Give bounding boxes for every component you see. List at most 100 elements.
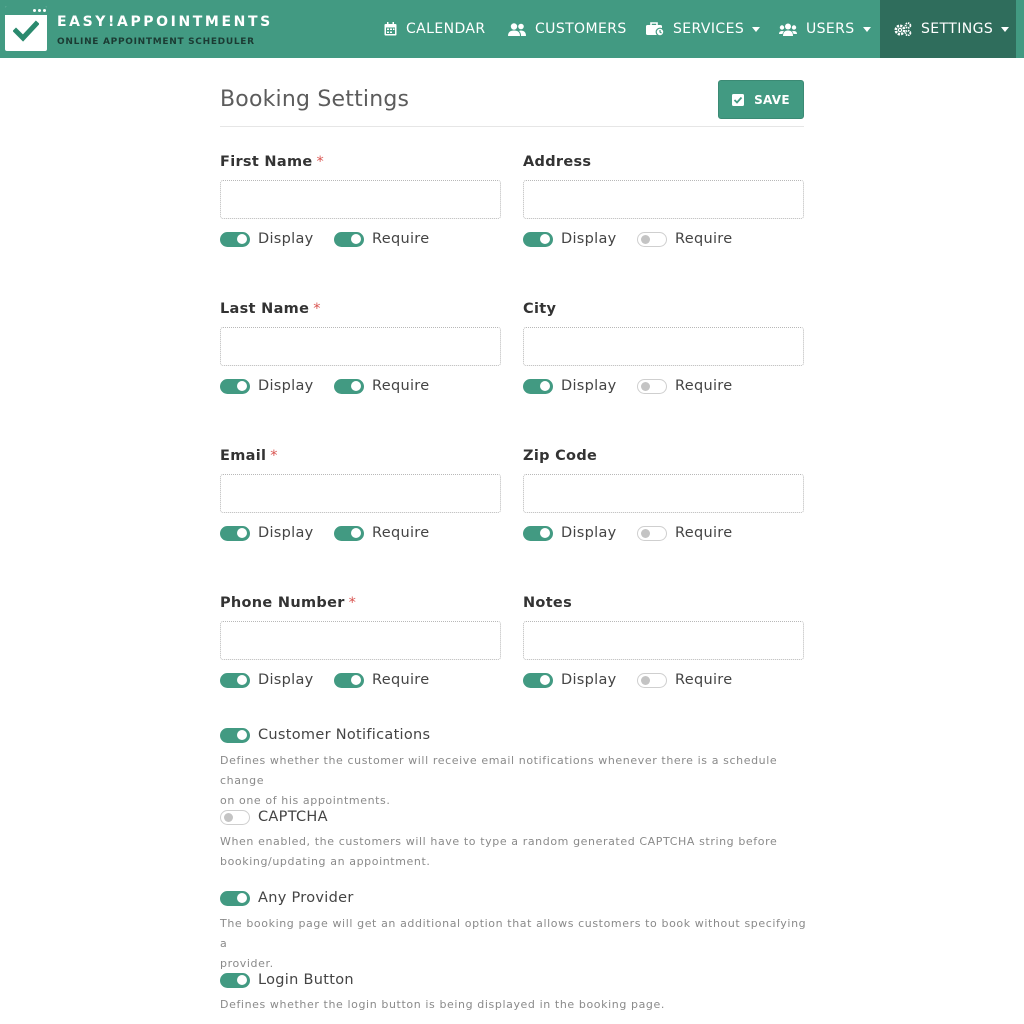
toggle-switch[interactable] (220, 890, 250, 906)
notes-toggles: Display Require (523, 672, 732, 688)
toggle-switch[interactable] (334, 672, 364, 688)
notes-textarea[interactable] (523, 621, 804, 660)
login-button-option: Login Button (220, 972, 354, 988)
briefcase-icon (646, 22, 664, 36)
notes-display-toggle[interactable]: Display (523, 672, 617, 688)
toggle-switch[interactable] (523, 525, 553, 541)
users-icon (508, 22, 526, 36)
zip-code-input[interactable] (523, 474, 804, 513)
toggle-switch[interactable] (637, 525, 667, 541)
toggle-switch[interactable] (220, 525, 250, 541)
any-provider-option: Any Provider (220, 890, 354, 906)
city-require-toggle[interactable]: Require (637, 378, 732, 394)
city-input[interactable] (523, 327, 804, 366)
require-label: Require (675, 525, 733, 541)
required-asterisk: * (270, 448, 278, 464)
email-toggles: Display Require (220, 525, 429, 541)
email-input[interactable] (220, 474, 501, 513)
zip-code-toggles: Display Require (523, 525, 732, 541)
save-button-label: SAVE (754, 92, 790, 107)
customer-notifications-toggle[interactable]: Customer Notifications (220, 727, 430, 743)
users-group-icon (779, 23, 797, 36)
last-name-require-toggle[interactable]: Require (334, 378, 429, 394)
phone-number-input[interactable] (220, 621, 501, 660)
address-display-toggle[interactable]: Display (523, 231, 617, 247)
captcha-description: When enabled, the customers will have to… (220, 835, 778, 868)
toggle-switch[interactable] (220, 378, 250, 394)
first-name-require-toggle[interactable]: Require (334, 231, 429, 247)
last-name-display-toggle[interactable]: Display (220, 378, 314, 394)
login-button-toggle[interactable]: Login Button (220, 972, 354, 988)
display-label: Display (258, 378, 314, 394)
field-label-city: City (523, 301, 557, 317)
toggle-switch[interactable] (523, 672, 553, 688)
nav-settings[interactable]: SETTINGS (880, 0, 1016, 58)
require-label: Require (675, 672, 733, 688)
required-asterisk: * (313, 301, 321, 317)
display-label: Display (258, 231, 314, 247)
toggle-switch[interactable] (637, 672, 667, 688)
chevron-down-icon (752, 26, 761, 32)
field-label-email: Email * (220, 448, 278, 464)
captcha-option: CAPTCHA (220, 809, 328, 825)
last-name-toggles: Display Require (220, 378, 429, 394)
save-button[interactable]: SAVE (718, 80, 804, 119)
first-name-input[interactable] (220, 180, 501, 219)
phone-number-require-toggle[interactable]: Require (334, 672, 429, 688)
nav-customers[interactable]: CUSTOMERS (508, 0, 627, 58)
toggle-switch[interactable] (637, 231, 667, 247)
toggle-switch[interactable] (523, 231, 553, 247)
nav-services[interactable]: SERVICES (646, 0, 761, 58)
nav-calendar[interactable]: CALENDAR (384, 0, 486, 58)
field-label-phone-number: Phone Number * (220, 595, 357, 611)
field-label-address: Address (523, 154, 592, 170)
zip-code-display-toggle[interactable]: Display (523, 525, 617, 541)
phone-number-display-toggle[interactable]: Display (220, 672, 314, 688)
app-logo[interactable] (5, 6, 47, 51)
toggle-switch[interactable] (220, 727, 250, 743)
address-input[interactable] (523, 180, 804, 219)
toggle-switch[interactable] (523, 378, 553, 394)
require-label: Require (372, 672, 430, 688)
option-label: Login Button (258, 972, 354, 988)
login-button-description: Defines whether the login button is bein… (220, 998, 665, 1011)
toggle-switch[interactable] (637, 378, 667, 394)
toggle-switch[interactable] (334, 231, 364, 247)
toggle-switch[interactable] (220, 231, 250, 247)
toggle-switch[interactable] (334, 525, 364, 541)
city-display-toggle[interactable]: Display (523, 378, 617, 394)
nav-settings-label: SETTINGS (921, 21, 994, 37)
first-name-display-toggle[interactable]: Display (220, 231, 314, 247)
address-require-toggle[interactable]: Require (637, 231, 732, 247)
email-require-toggle[interactable]: Require (334, 525, 429, 541)
notes-require-toggle[interactable]: Require (637, 672, 732, 688)
nav-calendar-label: CALENDAR (406, 21, 486, 37)
nav-customers-label: CUSTOMERS (535, 21, 627, 37)
toggle-switch[interactable] (220, 809, 250, 825)
checkmark-icon (13, 20, 39, 42)
any-provider-toggle[interactable]: Any Provider (220, 890, 354, 906)
brand-title: EASY!APPOINTMENTS (57, 14, 273, 30)
address-toggles: Display Require (523, 231, 732, 247)
chevron-down-icon (862, 26, 871, 32)
toggle-switch[interactable] (220, 672, 250, 688)
email-display-toggle[interactable]: Display (220, 525, 314, 541)
calendar-icon (384, 22, 397, 36)
captcha-toggle[interactable]: CAPTCHA (220, 809, 328, 825)
page-title: Booking Settings (220, 87, 410, 112)
last-name-input[interactable] (220, 327, 501, 366)
customer-notifications-description: Defines whether the customer will receiv… (220, 754, 778, 807)
require-label: Require (675, 378, 733, 394)
field-label-notes: Notes (523, 595, 572, 611)
display-label: Display (561, 378, 617, 394)
require-label: Require (675, 231, 733, 247)
title-divider (220, 126, 804, 127)
toggle-switch[interactable] (334, 378, 364, 394)
nav-users[interactable]: USERS (779, 0, 871, 58)
nav-services-label: SERVICES (673, 21, 745, 37)
display-label: Display (561, 672, 617, 688)
zip-code-require-toggle[interactable]: Require (637, 525, 732, 541)
toggle-switch[interactable] (220, 972, 250, 988)
top-navbar: EASY!APPOINTMENTS ONLINE APPOINTMENT SCH… (0, 0, 1024, 58)
field-label-zip-code: Zip Code (523, 448, 598, 464)
